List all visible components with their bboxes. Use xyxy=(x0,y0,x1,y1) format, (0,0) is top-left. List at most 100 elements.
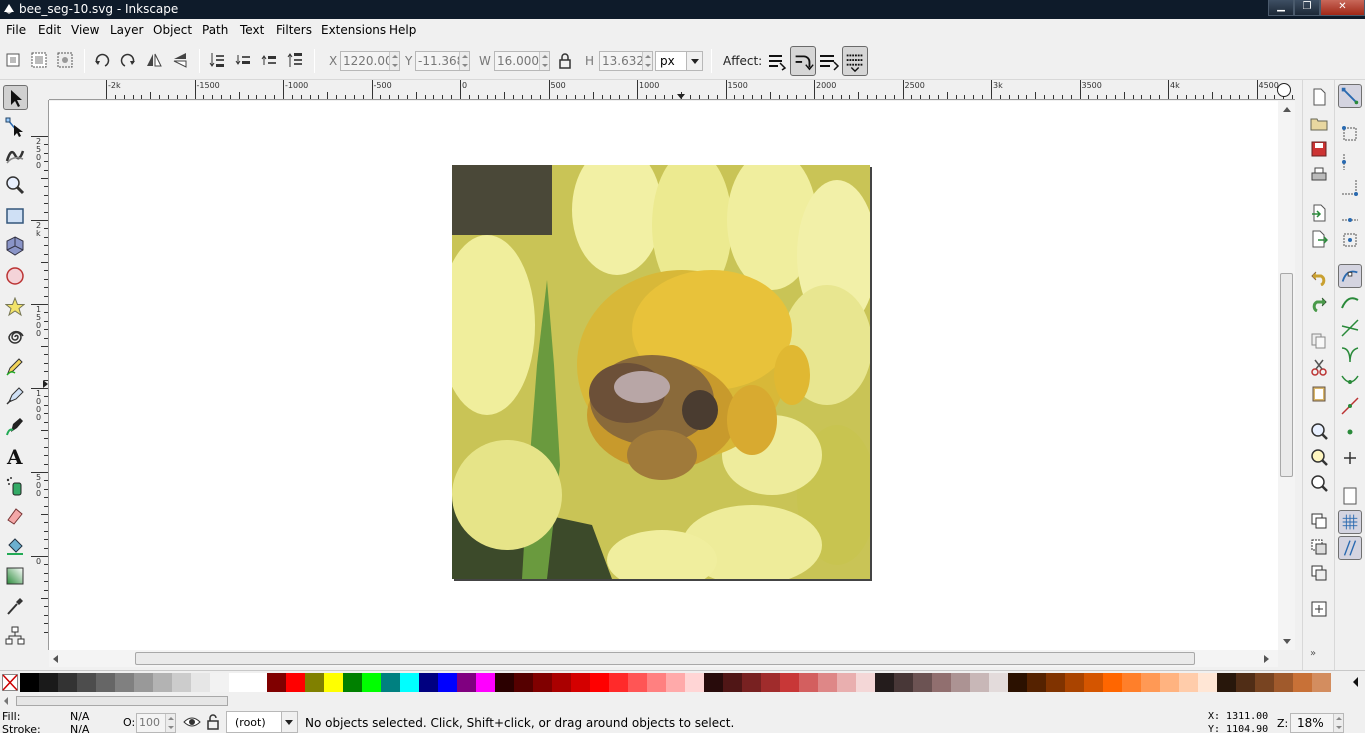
menu-file[interactable]: File xyxy=(6,23,26,37)
color-swatch[interactable] xyxy=(343,673,362,692)
color-swatch[interactable] xyxy=(229,673,248,692)
snap-bbox-midpoint-icon[interactable] xyxy=(1338,202,1362,226)
move-gradients-icon[interactable] xyxy=(816,46,842,76)
snap-bbox-center-icon[interactable] xyxy=(1338,228,1362,252)
color-swatch[interactable] xyxy=(1217,673,1236,692)
scroll-right-icon[interactable] xyxy=(1264,655,1269,663)
color-swatch[interactable] xyxy=(476,673,495,692)
cut-icon[interactable] xyxy=(1310,358,1328,376)
snap-line-midpoints-icon[interactable] xyxy=(1338,394,1362,418)
spiral-tool[interactable] xyxy=(3,325,28,350)
color-swatch[interactable] xyxy=(1312,673,1331,692)
menu-view[interactable]: View xyxy=(71,23,99,37)
ellipse-tool[interactable] xyxy=(3,264,28,289)
close-button[interactable]: ✕ xyxy=(1320,0,1365,16)
select-all-in-all-layers-icon[interactable] xyxy=(30,51,48,69)
minimize-button[interactable]: ▁ xyxy=(1268,0,1294,16)
color-swatch[interactable] xyxy=(913,673,932,692)
save-icon[interactable] xyxy=(1310,140,1328,158)
color-swatch[interactable] xyxy=(172,673,191,692)
color-swatch[interactable] xyxy=(590,673,609,692)
zoom-spinbox[interactable]: 18% xyxy=(1290,713,1344,733)
undo-icon[interactable] xyxy=(1310,268,1328,286)
maximize-button[interactable]: ❐ xyxy=(1294,0,1320,16)
lock-icon[interactable] xyxy=(556,52,574,70)
color-swatch[interactable] xyxy=(533,673,552,692)
color-swatch[interactable] xyxy=(780,673,799,692)
calligraphy-tool[interactable] xyxy=(3,414,28,439)
menu-help[interactable]: Help xyxy=(389,23,416,37)
lower-to-bottom-icon[interactable] xyxy=(208,51,226,69)
scroll-left-icon[interactable] xyxy=(53,655,58,663)
scroll-down-icon[interactable] xyxy=(1283,639,1291,644)
color-swatch[interactable] xyxy=(1084,673,1103,692)
color-swatch[interactable] xyxy=(571,673,590,692)
color-swatch[interactable] xyxy=(609,673,628,692)
dropper-tool[interactable] xyxy=(3,594,28,619)
color-swatch[interactable] xyxy=(495,673,514,692)
snap-rotation-center-icon[interactable] xyxy=(1338,446,1362,470)
color-swatch[interactable] xyxy=(1122,673,1141,692)
color-swatch[interactable] xyxy=(286,673,305,692)
tweak-tool[interactable] xyxy=(3,143,28,168)
layer-lock-icon[interactable] xyxy=(206,714,220,730)
horizontal-ruler[interactable]: -2k -1500 -1000 -500 0 500 1000 1500 2000 2500 3k 3… xyxy=(49,80,1295,100)
color-swatch[interactable] xyxy=(20,673,39,692)
color-swatch[interactable] xyxy=(1255,673,1274,692)
color-swatch[interactable] xyxy=(970,673,989,692)
opacity-stepper[interactable] xyxy=(165,714,175,732)
color-swatch[interactable] xyxy=(153,673,172,692)
xml-editor-icon[interactable] xyxy=(1310,600,1328,618)
layer-select[interactable]: (root) xyxy=(226,711,298,733)
open-folder-icon[interactable] xyxy=(1310,114,1328,132)
fill-value[interactable]: N/A xyxy=(70,710,89,723)
zoom-page-icon[interactable] xyxy=(1310,474,1328,492)
color-swatch[interactable] xyxy=(191,673,210,692)
zoom-correction-icon[interactable] xyxy=(1277,83,1291,97)
color-swatch[interactable] xyxy=(1274,673,1293,692)
scale-rounded-corners-icon[interactable] xyxy=(790,46,816,76)
menu-extensions[interactable]: Extensions xyxy=(321,23,386,37)
vertical-ruler[interactable]: 2500 2k 1500 1000 500 0 xyxy=(31,100,49,650)
color-swatch[interactable] xyxy=(1065,673,1084,692)
unit-select[interactable]: px xyxy=(655,51,703,71)
color-swatch[interactable] xyxy=(837,673,856,692)
h-spinbox[interactable]: 13.632 xyxy=(599,51,653,71)
move-patterns-icon[interactable] xyxy=(842,46,868,76)
duplicate-icon[interactable] xyxy=(1310,512,1328,530)
x-stepper[interactable] xyxy=(389,52,399,70)
y-stepper[interactable] xyxy=(459,52,469,70)
scroll-up-icon[interactable] xyxy=(1283,107,1291,112)
zoom-drawing-icon[interactable] xyxy=(1310,448,1328,466)
import-icon[interactable] xyxy=(1310,204,1328,222)
node-tool[interactable] xyxy=(3,115,28,140)
color-swatch[interactable] xyxy=(438,673,457,692)
snap-guides-icon[interactable] xyxy=(1338,536,1362,560)
color-swatch[interactable] xyxy=(1103,673,1122,692)
raise-icon[interactable] xyxy=(260,51,278,69)
pencil-tool[interactable] xyxy=(3,354,28,379)
palette-scroll-thumb[interactable] xyxy=(16,696,228,706)
horizontal-scrollbar[interactable] xyxy=(49,650,1278,667)
color-swatch[interactable] xyxy=(39,673,58,692)
color-swatch[interactable] xyxy=(951,673,970,692)
color-swatch[interactable] xyxy=(989,673,1008,692)
color-swatch[interactable] xyxy=(742,673,761,692)
zoom-selection-icon[interactable] xyxy=(1310,422,1328,440)
color-swatch[interactable] xyxy=(419,673,438,692)
export-icon[interactable] xyxy=(1310,230,1328,248)
palette-scrollbar[interactable] xyxy=(0,694,1365,708)
h-stepper[interactable] xyxy=(642,52,652,70)
color-swatch[interactable] xyxy=(381,673,400,692)
select-all-icon[interactable] xyxy=(4,51,22,69)
color-swatch[interactable] xyxy=(1027,673,1046,692)
color-swatch[interactable] xyxy=(761,673,780,692)
w-spinbox[interactable]: 16.000 xyxy=(494,51,550,71)
more-commands-icon[interactable]: » xyxy=(1310,648,1328,666)
y-spinbox[interactable]: -11.368 xyxy=(415,51,470,71)
redo-icon[interactable] xyxy=(1310,294,1328,312)
color-swatch[interactable] xyxy=(96,673,115,692)
color-swatch[interactable] xyxy=(362,673,381,692)
snap-grids-icon[interactable] xyxy=(1338,510,1362,534)
color-swatch[interactable] xyxy=(704,673,723,692)
